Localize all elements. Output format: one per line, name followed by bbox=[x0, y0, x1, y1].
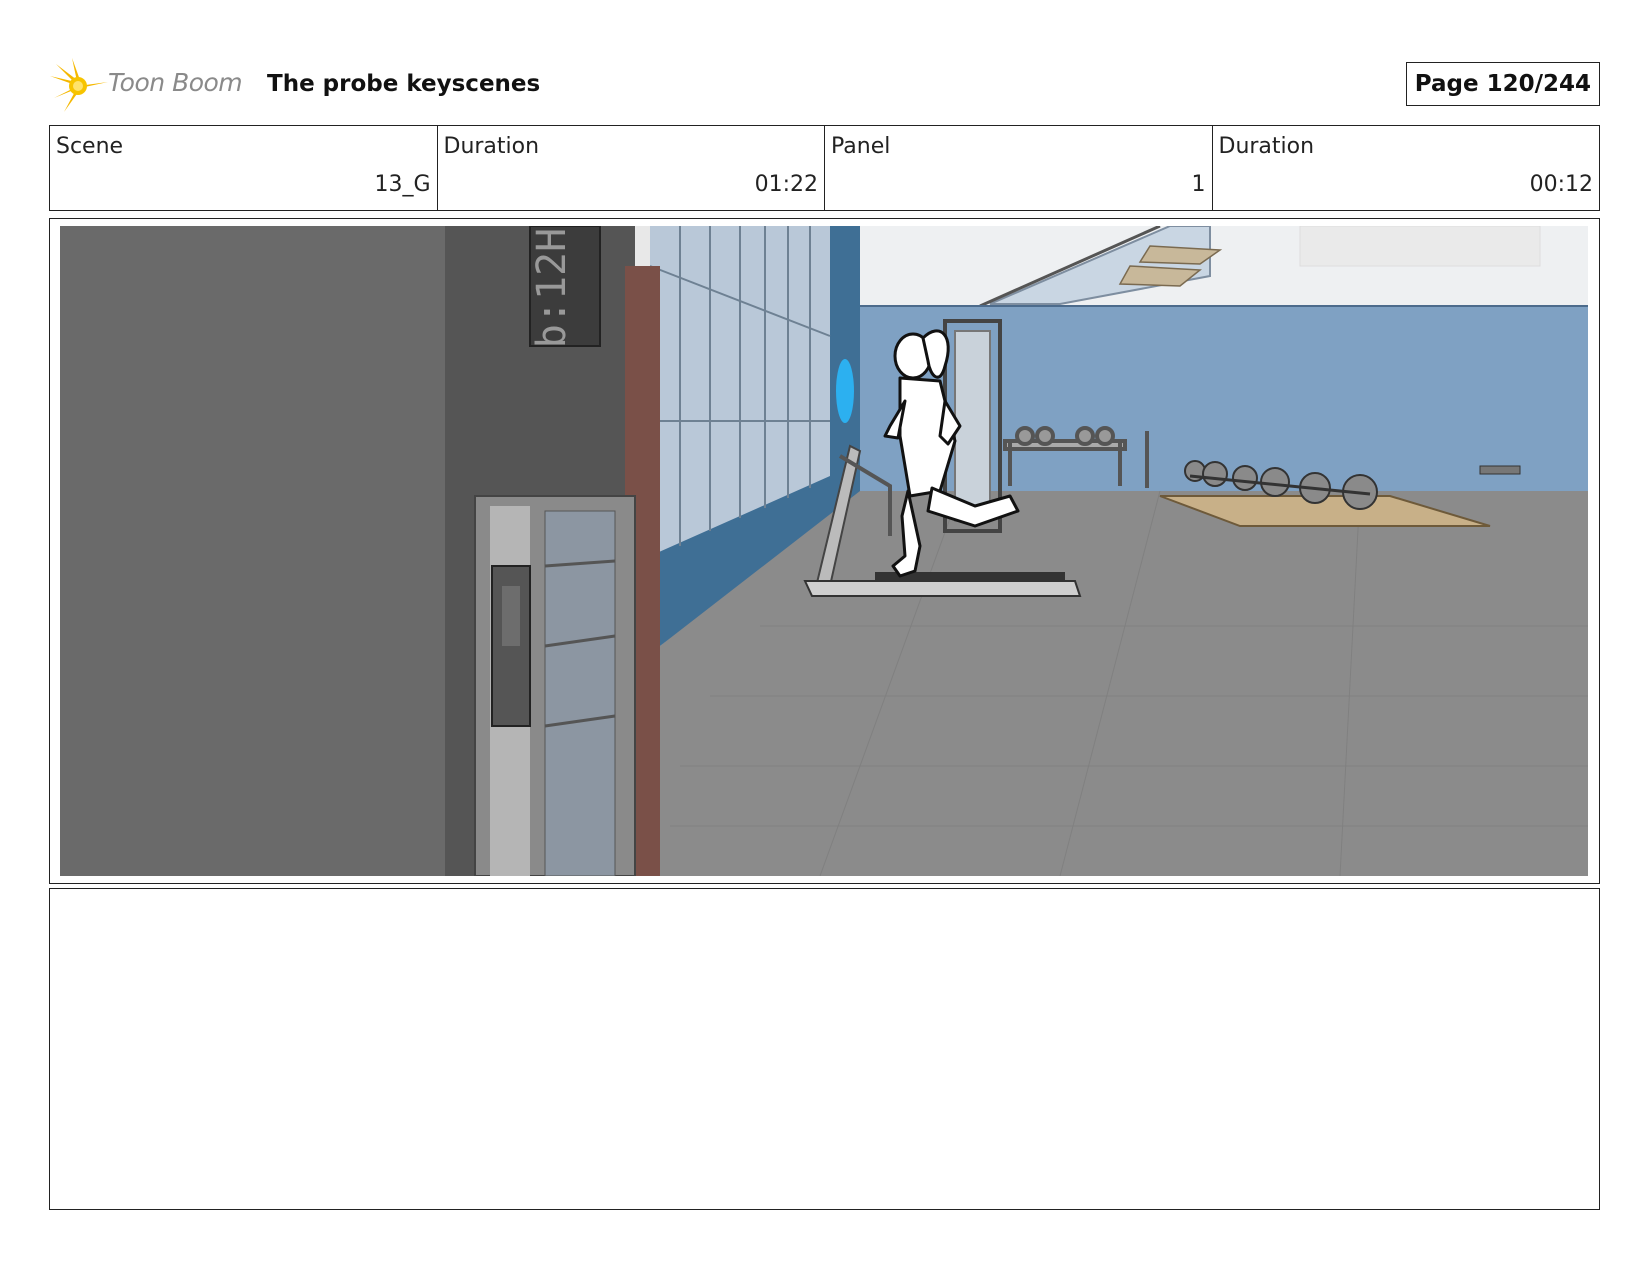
page-number: Page 120/244 bbox=[1405, 62, 1600, 106]
scene-info-table: Scene 13_G Duration 01:22 Panel 1 Durati… bbox=[49, 125, 1600, 211]
document-title: The probe keyscenes bbox=[267, 71, 541, 97]
machine-display-text: b:12H bbox=[529, 228, 575, 348]
scene-label: Scene bbox=[56, 134, 124, 159]
panel-duration-value: 00:12 bbox=[1529, 172, 1593, 197]
panel-value: 1 bbox=[1191, 172, 1206, 197]
panel-notes-box bbox=[49, 888, 1600, 1210]
panel-cell: Panel 1 bbox=[825, 126, 1213, 210]
storyboard-panel-image: b:12H bbox=[60, 226, 1588, 876]
scene-duration-cell: Duration 01:22 bbox=[438, 126, 825, 210]
scene-duration-value: 01:22 bbox=[754, 172, 818, 197]
page-header: Toon Boom The probe keyscenes Page 120/2… bbox=[50, 58, 1600, 114]
scene-cell: Scene 13_G bbox=[50, 126, 438, 210]
logo-star-icon bbox=[50, 58, 108, 112]
panel-label: Panel bbox=[831, 134, 891, 159]
logo-text: Toon Boom bbox=[108, 68, 243, 97]
panel-frame: b:12H bbox=[49, 218, 1600, 884]
toon-boom-logo: Toon Boom bbox=[50, 58, 250, 114]
panel-duration-label: Duration bbox=[1218, 134, 1315, 159]
panel-duration-cell: Duration 00:12 bbox=[1213, 126, 1600, 210]
scene-duration-label: Duration bbox=[443, 134, 540, 159]
scene-value: 13_G bbox=[374, 172, 431, 197]
